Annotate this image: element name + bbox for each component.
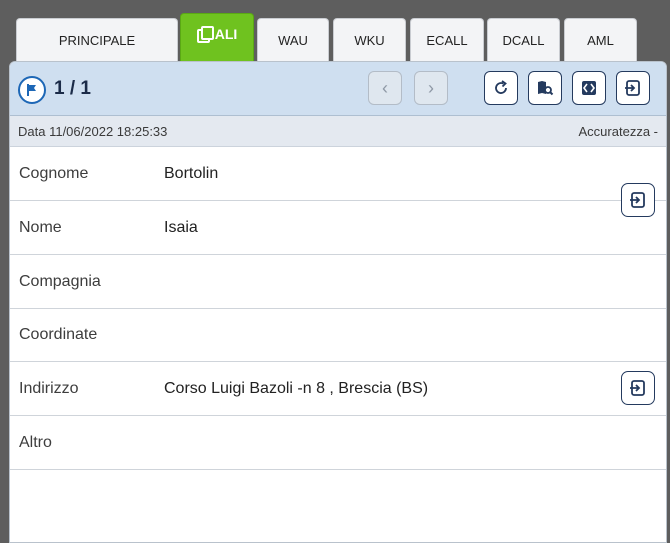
tab-principale[interactable]: PRINCIPALE bbox=[16, 18, 178, 62]
map-icon bbox=[582, 81, 596, 95]
flag-icon bbox=[27, 84, 36, 96]
field-label: Altro bbox=[19, 434, 52, 451]
tab-dcall[interactable]: DCALL bbox=[487, 18, 560, 62]
tab-label: ECALL bbox=[426, 33, 468, 48]
field-indirizzo: Indirizzo Corso Luigi Bazoli -n 8 , Bres… bbox=[10, 363, 666, 416]
chevron-right-icon: › bbox=[428, 78, 434, 98]
field-altro: Altro bbox=[10, 417, 666, 470]
map-button[interactable] bbox=[572, 71, 606, 105]
export-name-button[interactable] bbox=[621, 183, 655, 217]
tab-wku[interactable]: WKU bbox=[333, 18, 406, 62]
refresh-button[interactable] bbox=[484, 71, 518, 105]
ali-panel: 1 / 1 ‹ › Data 11/06/2022 18:25:33 Accur… bbox=[9, 61, 667, 543]
refresh-icon bbox=[495, 80, 507, 94]
toolbar: 1 / 1 ‹ › bbox=[10, 62, 666, 116]
field-label: Compagnia bbox=[19, 273, 101, 290]
export-icon bbox=[630, 192, 645, 208]
tab-label: WKU bbox=[354, 33, 385, 48]
tab-aml[interactable]: AML bbox=[564, 18, 637, 62]
map-search-icon bbox=[538, 81, 554, 96]
tab-label: AML bbox=[587, 33, 614, 48]
export-icon bbox=[630, 380, 645, 396]
field-value: Bortolin bbox=[164, 165, 219, 182]
date-label: Data 11/06/2022 18:25:33 bbox=[18, 124, 168, 139]
tab-bar: PRINCIPALE ALI WAU WKU ECALL DCALL AML bbox=[0, 0, 670, 62]
export-address-button[interactable] bbox=[621, 371, 655, 405]
info-row: Data 11/06/2022 18:25:33 Accuratezza - bbox=[10, 116, 666, 147]
export-icon bbox=[625, 80, 640, 96]
tab-wau[interactable]: WAU bbox=[257, 18, 329, 62]
field-cognome: Cognome Bortolin bbox=[10, 148, 666, 201]
next-button[interactable]: › bbox=[414, 71, 448, 105]
field-compagnia: Compagnia bbox=[10, 256, 666, 309]
field-value: Corso Luigi Bazoli -n 8 , Brescia (BS) bbox=[164, 380, 429, 397]
tab-label: PRINCIPALE bbox=[58, 33, 136, 48]
field-label: Nome bbox=[19, 219, 62, 236]
field-label: Coordinate bbox=[19, 326, 98, 343]
tab-label: ALI bbox=[214, 26, 238, 42]
prev-button[interactable]: ‹ bbox=[368, 71, 402, 105]
tab-ali[interactable]: ALI bbox=[180, 13, 254, 62]
map-search-button[interactable] bbox=[528, 71, 562, 105]
field-nome: Nome Isaia bbox=[10, 202, 666, 255]
flag-button[interactable] bbox=[18, 76, 46, 104]
copy-icon bbox=[196, 26, 214, 43]
export-button[interactable] bbox=[616, 71, 650, 105]
tab-label: DCALL bbox=[502, 33, 545, 48]
record-counter: 1 / 1 bbox=[54, 78, 91, 99]
field-label: Indirizzo bbox=[19, 380, 79, 397]
accuracy-label: Accuratezza - bbox=[578, 124, 658, 139]
tab-label: WAU bbox=[278, 33, 308, 48]
chevron-left-icon: ‹ bbox=[382, 78, 388, 98]
field-coordinate: Coordinate bbox=[10, 309, 666, 362]
field-label: Cognome bbox=[19, 165, 89, 182]
tab-ecall[interactable]: ECALL bbox=[410, 18, 484, 62]
field-value: Isaia bbox=[164, 219, 198, 236]
